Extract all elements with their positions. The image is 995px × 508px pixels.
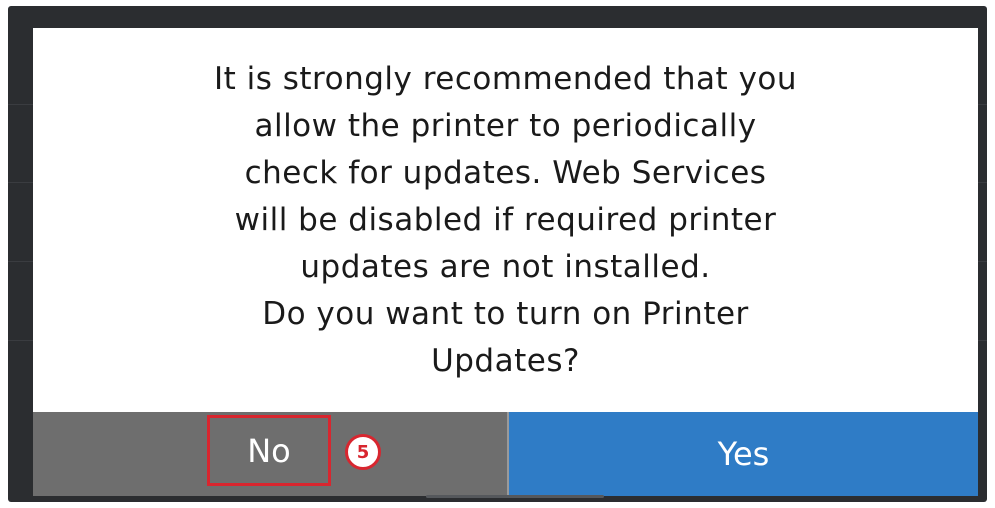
message-line: updates are not installed. [300,248,711,285]
yes-button[interactable]: Yes [509,412,978,496]
printer-screen: It is strongly recommended that you allo… [8,6,987,502]
message-line: Do you want to turn on Printer [262,295,749,332]
message-line: Updates? [431,342,580,379]
yes-button-label: Yes [717,435,770,473]
dialog-message: It is strongly recommended that you allo… [33,28,978,412]
dialog-message-text: It is strongly recommended that you allo… [156,56,856,385]
message-line: check for updates. Web Services [244,154,767,191]
dialog-buttons: No 5 Yes [33,412,978,496]
step-badge: 5 [345,434,381,470]
message-line: allow the printer to periodically [254,107,757,144]
printer-updates-dialog: It is strongly recommended that you allo… [33,28,978,496]
message-line: will be disabled if required printer [234,201,777,238]
highlight-box [207,415,331,486]
no-button[interactable]: No 5 [33,412,509,496]
message-line: It is strongly recommended that you [213,60,798,97]
screen-bottom-bar [426,495,604,498]
